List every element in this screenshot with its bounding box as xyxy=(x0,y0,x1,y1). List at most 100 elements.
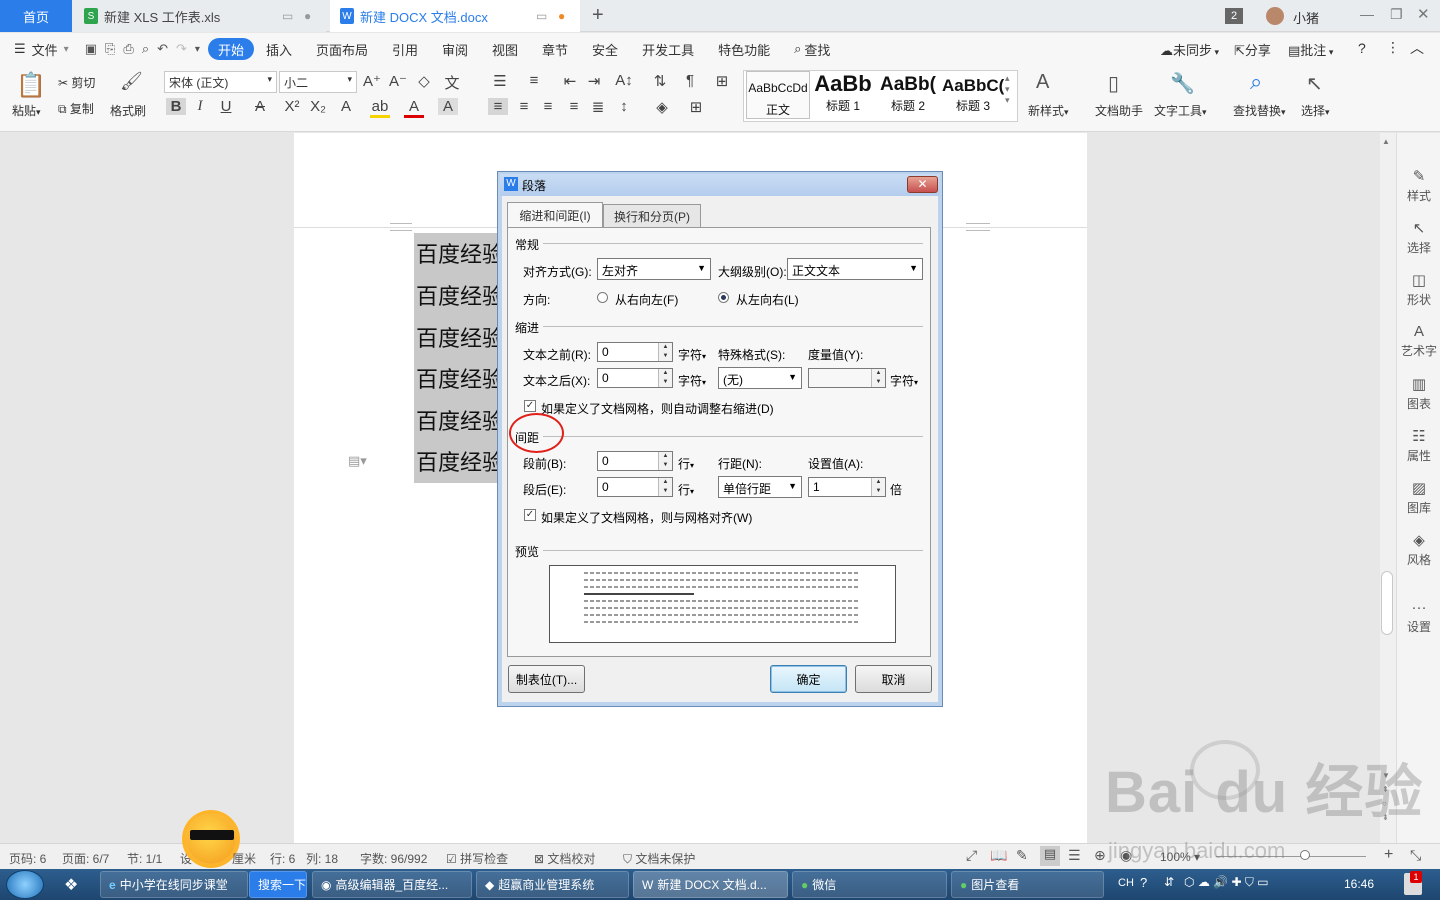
text-tool-button[interactable]: 文字工具▾ xyxy=(1154,102,1207,119)
outline-level-select[interactable]: 正文文本 ▼ xyxy=(787,258,923,280)
share-button[interactable]: ⇱分享 xyxy=(1234,40,1271,59)
proofread-button[interactable]: ⊠ 文档校对 xyxy=(534,850,595,867)
tab-pin-icon[interactable]: ▭ xyxy=(536,9,547,23)
collapse-ribbon-icon[interactable]: ︿ xyxy=(1410,38,1424,58)
dialog-close-button[interactable]: ✕ xyxy=(907,176,938,193)
style-heading-2[interactable]: AaBb( 标题 2 xyxy=(876,71,940,119)
menu-item-security[interactable]: 安全 xyxy=(580,38,630,60)
rtl-radio[interactable] xyxy=(597,292,608,303)
taskbar-item[interactable]: ● 图片查看 xyxy=(951,871,1104,898)
subscript-icon[interactable]: X₂ xyxy=(308,98,328,115)
unit-dropdown[interactable]: 字符▾ xyxy=(890,372,918,389)
before-text-input[interactable]: 0 ▲ ▼ xyxy=(597,342,673,362)
print-icon[interactable]: ⎙ xyxy=(119,38,137,60)
menu-item-references[interactable]: 引用 xyxy=(380,38,430,60)
selected-text-line[interactable]: 百度经验 xyxy=(414,275,499,317)
taskbar-item[interactable]: e 中小学在线同步课堂 xyxy=(100,871,248,898)
taskbar-search[interactable]: 搜索一下 xyxy=(249,871,307,898)
page-view-icon[interactable]: ▤ xyxy=(1040,846,1060,866)
shading-icon[interactable]: ◈ xyxy=(652,98,672,116)
font-name-select[interactable]: 宋体 (正文) ▾ xyxy=(164,71,277,93)
comment-button[interactable]: ▤批注 ▾ xyxy=(1288,40,1333,59)
align-center-icon[interactable]: ≡ xyxy=(514,98,534,115)
menu-item-developer[interactable]: 开发工具 xyxy=(630,38,706,60)
taskbar-item-active[interactable]: W 新建 DOCX 文档.d... xyxy=(633,871,788,898)
export-icon[interactable]: ⎘ xyxy=(101,38,119,60)
font-size-select[interactable]: 小二 ▾ xyxy=(279,71,357,93)
redo-icon[interactable]: ↷ xyxy=(172,38,191,60)
number-list-icon[interactable]: ≡ xyxy=(524,72,544,89)
undo-icon[interactable]: ↶ xyxy=(153,38,172,60)
quick-access-dropdown-icon[interactable]: ▾ xyxy=(191,38,208,60)
selected-text-line[interactable]: 百度经验 xyxy=(414,358,499,400)
window-count-badge[interactable]: 2 xyxy=(1225,8,1243,24)
scroll-thumb[interactable] xyxy=(1381,571,1393,635)
write-mode-icon[interactable]: ✎ xyxy=(1016,847,1028,864)
menu-item-chapter[interactable]: 章节 xyxy=(530,38,580,60)
fit-page-icon[interactable]: ⤡ xyxy=(1410,847,1421,864)
align-left-icon[interactable]: ≡ xyxy=(488,98,508,115)
increase-indent-icon[interactable]: ⇥ xyxy=(584,72,604,90)
tab-pin-icon[interactable]: ▭ xyxy=(282,9,293,23)
status-page-number[interactable]: 页码: 6 xyxy=(9,850,46,867)
rtl-label[interactable]: 从右向左(F) xyxy=(615,291,678,308)
help-icon[interactable]: ? xyxy=(1358,40,1366,56)
shrink-font-icon[interactable]: A⁻ xyxy=(388,72,408,90)
alignment-select[interactable]: 左对齐 ▼ xyxy=(597,258,711,280)
clock[interactable]: 16:46 xyxy=(1344,877,1374,891)
sidebar-item-properties[interactable]: ☷ 属性 xyxy=(1397,427,1440,464)
setting-value-input[interactable]: 1 ▲ ▼ xyxy=(808,477,886,497)
selected-text-line[interactable]: 百度经验 xyxy=(414,400,499,442)
measure-input[interactable]: ▲ ▼ xyxy=(808,368,886,388)
tray-icons[interactable]: ⇵ ⬡ ☁ 🔊 ✚ ⛉ ▭ xyxy=(1164,875,1269,890)
save-icon[interactable]: ▣ xyxy=(81,38,101,60)
decrease-indent-icon[interactable]: ⇤ xyxy=(560,72,580,90)
status-pages[interactable]: 页面: 6/7 xyxy=(62,850,109,867)
menu-item-insert[interactable]: 插入 xyxy=(254,38,304,60)
italic-icon[interactable]: I xyxy=(190,98,210,115)
sidebar-item-theme[interactable]: ◈ 风格 xyxy=(1397,531,1440,568)
status-word-count[interactable]: 字数: 96/992 xyxy=(360,850,427,867)
paste-icon[interactable]: 📋 xyxy=(16,71,46,100)
auto-indent-label[interactable]: 如果定义了文档网格，则自动调整右缩进(D) xyxy=(541,400,774,417)
line-spacing-select[interactable]: 单倍行距 ▼ xyxy=(718,476,802,498)
after-text-input[interactable]: 0 ▲ ▼ xyxy=(597,368,673,388)
cursor-icon[interactable]: ↖ xyxy=(1306,71,1323,96)
bullet-list-icon[interactable]: ☰ xyxy=(490,72,510,90)
highlight-icon[interactable]: ab xyxy=(370,98,390,118)
clear-format-icon[interactable]: ◇ xyxy=(414,72,434,90)
space-before-input[interactable]: 0 ▲ ▼ xyxy=(597,451,673,471)
char-shading-icon[interactable]: A xyxy=(438,98,458,115)
tab-close-icon[interactable]: ● xyxy=(304,9,311,23)
outline-view-icon[interactable]: ☰ xyxy=(1068,847,1081,864)
tab-stops-button[interactable]: 制表位(T)... xyxy=(508,665,585,693)
menu-item-review[interactable]: 审阅 xyxy=(430,38,480,60)
sidebar-item-style[interactable]: ✎ 样式 xyxy=(1397,167,1440,204)
format-painter-icon[interactable]: 🖌 xyxy=(120,71,143,92)
minimize-icon[interactable]: — xyxy=(1360,6,1374,22)
underline-icon[interactable]: U xyxy=(216,98,236,115)
find-replace-button[interactable]: 查找替换▾ xyxy=(1233,102,1286,119)
menu-search[interactable]: ⌕ 查找 xyxy=(782,38,842,60)
ok-button[interactable]: 确定 xyxy=(770,665,847,693)
language-indicator[interactable]: CH xyxy=(1118,877,1134,889)
sidebar-item-select[interactable]: ↖ 选择 xyxy=(1397,219,1440,256)
web-view-icon[interactable]: ⊕ xyxy=(1094,847,1106,864)
superscript-icon[interactable]: X² xyxy=(282,98,302,115)
bold-icon[interactable]: B xyxy=(166,98,186,115)
menu-item-start[interactable]: 开始 xyxy=(207,38,254,60)
unit-dropdown[interactable]: 行▾ xyxy=(678,481,694,498)
tab-indent-spacing[interactable]: 缩进和间距(I) xyxy=(507,202,603,228)
selected-text-line[interactable]: 百度经验 xyxy=(414,441,499,483)
paste-button[interactable]: 粘贴▾ xyxy=(12,102,41,119)
protect-button[interactable]: ⛉ 文档未保护 xyxy=(623,850,695,867)
auto-indent-checkbox[interactable]: ✓ xyxy=(524,400,536,412)
cancel-button[interactable]: 取消 xyxy=(855,665,932,693)
taskbar-item[interactable]: ◆ 超赢商业管理系统 xyxy=(476,871,629,898)
table-layout-icon[interactable]: ⊞ xyxy=(712,72,732,90)
sort-icon[interactable]: ⇅ xyxy=(650,72,670,90)
avatar[interactable] xyxy=(1266,7,1284,25)
style-scroll-icon[interactable]: ▴ ▾ ▾ xyxy=(1005,73,1010,106)
border-icon[interactable]: ⊞ xyxy=(686,98,706,116)
selected-text-line[interactable]: 百度经验 xyxy=(414,317,499,359)
